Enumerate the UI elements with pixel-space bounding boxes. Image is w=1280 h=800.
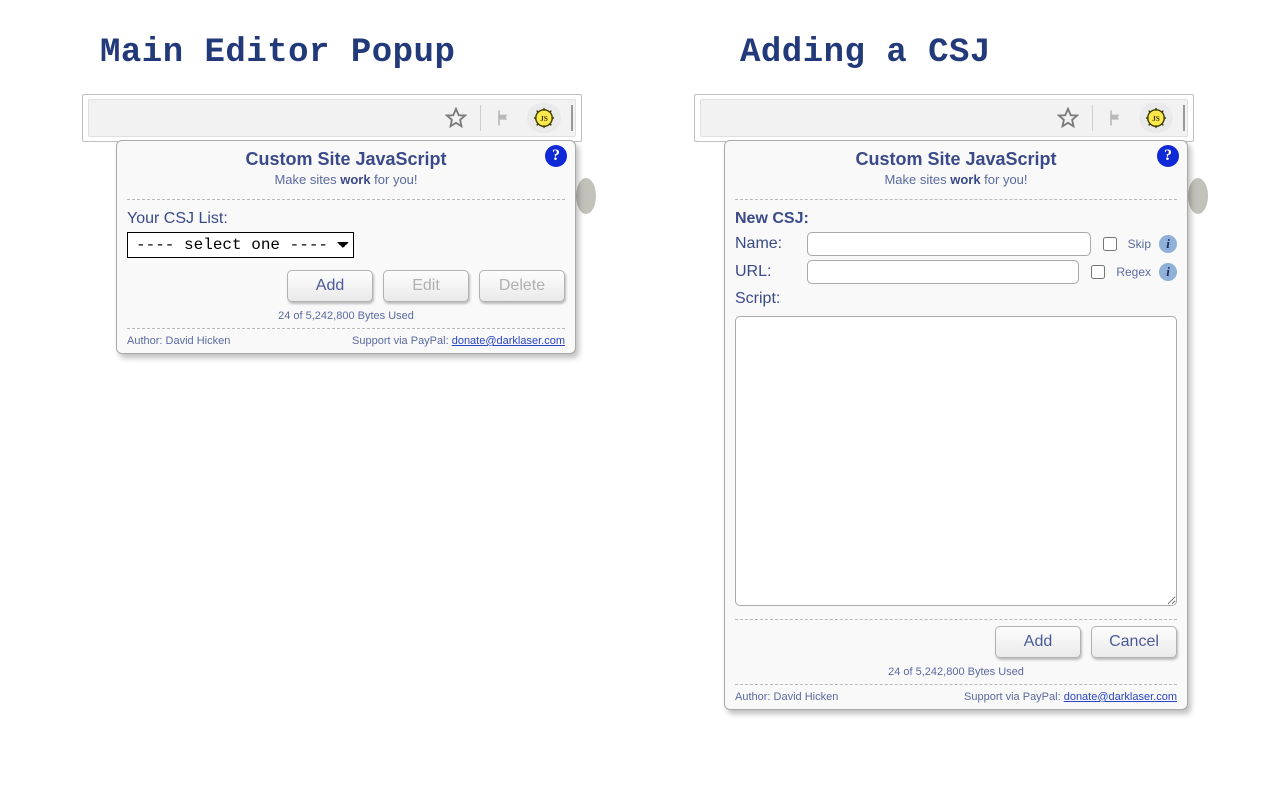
toolbar-caret <box>1183 105 1185 131</box>
browser-toolbar: JS <box>82 94 582 142</box>
csj-select[interactable]: ---- select one ---- <box>127 232 354 258</box>
delete-button[interactable]: Delete <box>479 270 565 302</box>
info-icon[interactable]: i <box>1159 263 1177 281</box>
regex-label: Regex <box>1116 265 1151 279</box>
csj-list-label: Your CSJ List: <box>127 210 565 228</box>
divider <box>127 199 565 200</box>
add-button[interactable]: Add <box>995 626 1081 658</box>
author-text: Author: David Hicken <box>127 335 230 347</box>
url-label: URL: <box>735 263 799 281</box>
name-label: Name: <box>735 235 799 253</box>
new-csj-label: New CSJ: <box>735 210 1177 228</box>
add-button[interactable]: Add <box>287 270 373 302</box>
support-text: Support via PayPal: donate@darklaser.com <box>352 335 565 347</box>
info-icon[interactable]: i <box>1159 235 1177 253</box>
regex-checkbox[interactable] <box>1091 265 1105 279</box>
toolbar-divider <box>480 105 481 131</box>
cancel-button[interactable]: Cancel <box>1091 626 1177 658</box>
star-icon[interactable] <box>1051 103 1085 133</box>
divider <box>735 199 1177 200</box>
popup-title: Custom Site JavaScript <box>735 149 1177 170</box>
extension-icon[interactable]: JS <box>1139 103 1173 133</box>
svg-text:JS: JS <box>1152 114 1160 123</box>
flag-icon[interactable] <box>1099 103 1133 133</box>
avatar-shadow <box>1188 178 1208 214</box>
help-icon[interactable]: ? <box>545 145 567 167</box>
help-icon[interactable]: ? <box>1157 145 1179 167</box>
flag-icon[interactable] <box>487 103 521 133</box>
skip-label: Skip <box>1128 237 1151 251</box>
author-text: Author: David Hicken <box>735 691 838 703</box>
heading-right: Adding a CSJ <box>740 34 991 72</box>
script-field[interactable] <box>735 316 1177 606</box>
screenshot-add-csj: JS ? Custom Site JavaScript Make sites w… <box>694 94 1194 142</box>
popup-subtitle: Make sites work for you! <box>127 172 565 187</box>
star-icon[interactable] <box>439 103 473 133</box>
toolbar-caret <box>571 105 573 131</box>
heading-left: Main Editor Popup <box>100 34 455 72</box>
svg-text:JS: JS <box>540 114 548 123</box>
bytes-used: 24 of 5,242,800 Bytes Used <box>735 666 1177 678</box>
divider <box>735 619 1177 620</box>
extension-icon[interactable]: JS <box>527 103 561 133</box>
bytes-used: 24 of 5,242,800 Bytes Used <box>127 310 565 322</box>
screenshot-main-editor: JS ? Custom Site JavaScript Make sites w… <box>82 94 582 142</box>
omnibox[interactable]: JS <box>88 99 576 137</box>
script-label: Script: <box>735 290 1177 308</box>
support-text: Support via PayPal: donate@darklaser.com <box>964 691 1177 703</box>
toolbar-divider <box>1092 105 1093 131</box>
popup-subtitle: Make sites work for you! <box>735 172 1177 187</box>
extension-popup: ? Custom Site JavaScript Make sites work… <box>116 140 576 354</box>
browser-toolbar: JS <box>694 94 1194 142</box>
avatar-shadow <box>576 178 596 214</box>
donate-link[interactable]: donate@darklaser.com <box>1064 691 1177 703</box>
extension-popup: ? Custom Site JavaScript Make sites work… <box>724 140 1188 710</box>
edit-button[interactable]: Edit <box>383 270 469 302</box>
popup-title: Custom Site JavaScript <box>127 149 565 170</box>
skip-checkbox[interactable] <box>1103 237 1117 251</box>
name-field[interactable] <box>807 232 1091 256</box>
donate-link[interactable]: donate@darklaser.com <box>452 335 565 347</box>
omnibox[interactable]: JS <box>700 99 1188 137</box>
url-field[interactable] <box>807 260 1079 284</box>
